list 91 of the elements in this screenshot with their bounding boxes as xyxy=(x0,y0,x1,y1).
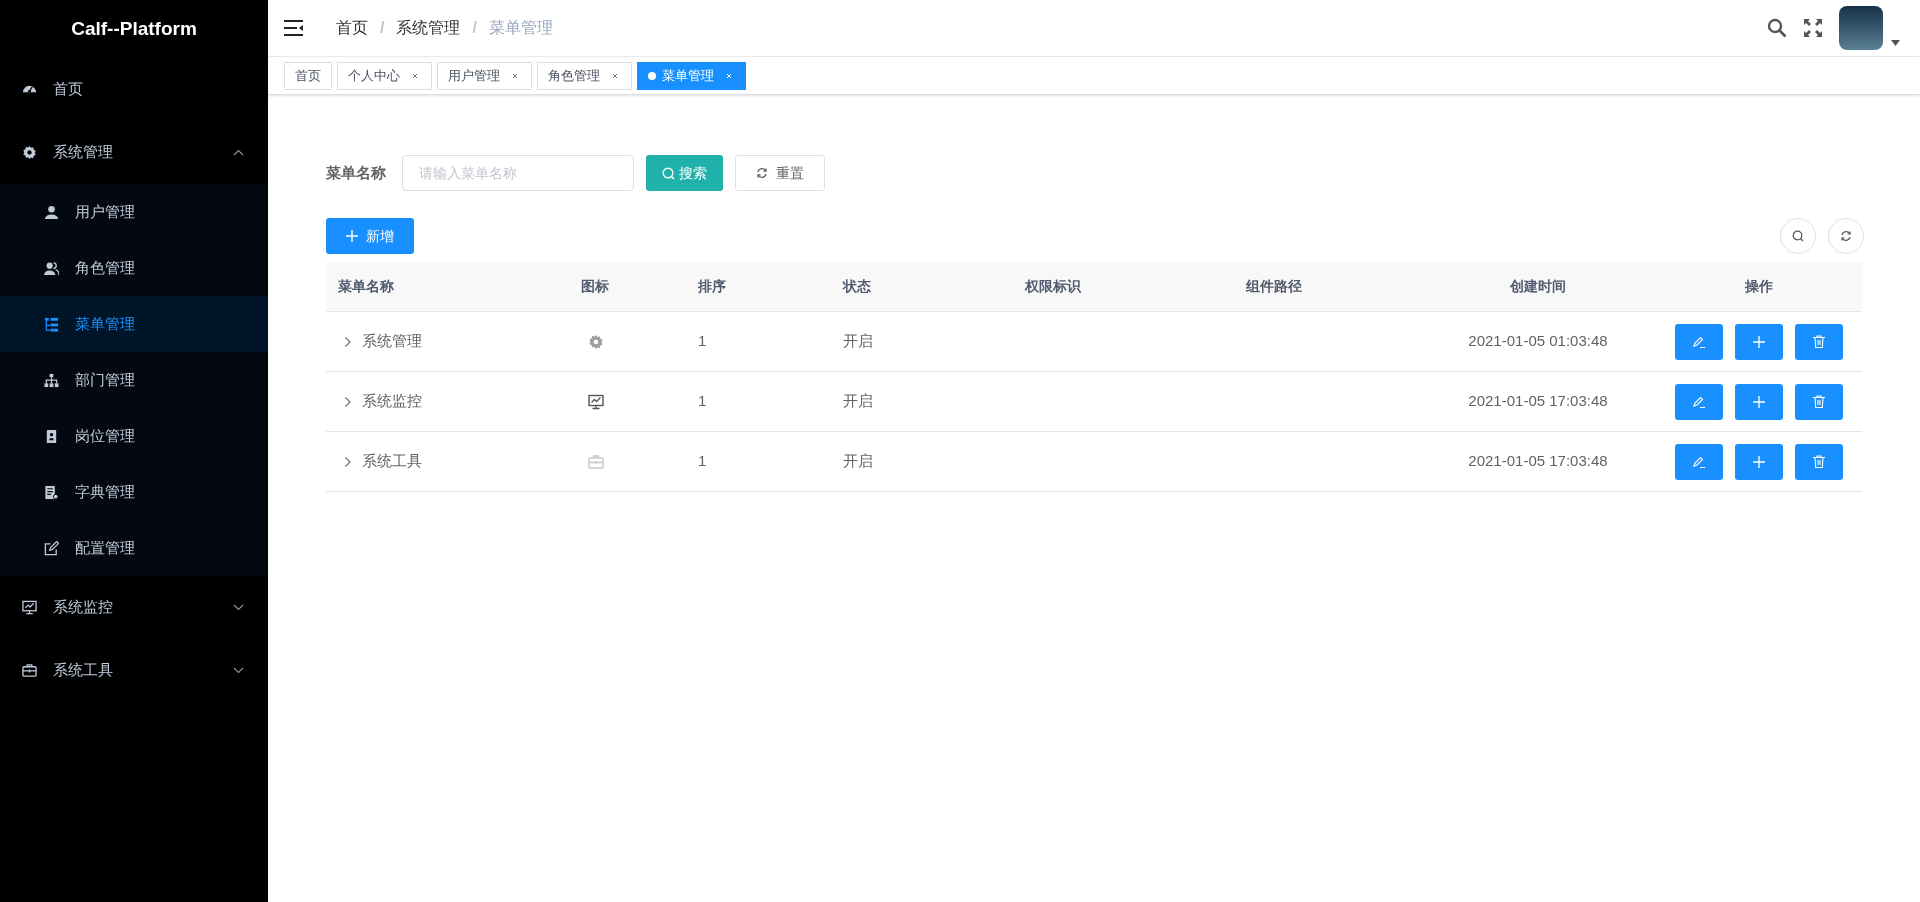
org-chart-icon xyxy=(44,372,59,388)
sidebar-item[interactable]: 首页 xyxy=(0,58,268,121)
breadcrumb-current: 菜单管理 xyxy=(488,18,553,38)
table-cell-text: 系统管理 xyxy=(362,331,422,352)
plus-icon xyxy=(1753,395,1765,408)
search-icon[interactable] xyxy=(1767,18,1787,38)
plus-icon xyxy=(1753,335,1765,348)
breadcrumb-link[interactable]: 首页 xyxy=(336,16,368,40)
tab[interactable]: 个人中心 xyxy=(337,61,432,90)
gear-icon xyxy=(588,333,604,350)
toolbox-icon xyxy=(588,453,604,470)
submenu-item[interactable]: 配置管理 xyxy=(0,520,268,576)
column-header: 组件路径 xyxy=(1246,277,1302,296)
sidebar-item[interactable]: 系统管理 xyxy=(0,121,268,184)
refresh-icon xyxy=(756,167,768,179)
refresh-icon xyxy=(1840,230,1852,242)
pencil-icon xyxy=(1692,334,1706,349)
pencil-icon xyxy=(1692,394,1706,409)
toolbox-icon xyxy=(22,663,37,678)
plus-icon xyxy=(1753,455,1765,468)
tab[interactable]: 首页 xyxy=(284,61,332,90)
delete-button[interactable] xyxy=(1795,323,1843,360)
app-title: Calf--Platform xyxy=(70,16,198,41)
edit-icon xyxy=(44,540,59,556)
trash-icon xyxy=(1813,335,1825,348)
tab[interactable]: 角色管理 xyxy=(537,61,632,90)
column-header: 权限标识 xyxy=(1025,277,1081,296)
submenu-item[interactable]: 字典管理 xyxy=(0,464,268,520)
chevron-down-icon xyxy=(233,667,244,674)
column-header: 创建时间 xyxy=(1510,277,1566,296)
chevron-up-icon xyxy=(233,149,244,156)
sidebar-item[interactable]: 系统工具 xyxy=(0,639,268,702)
gear-icon xyxy=(22,145,37,160)
chevron-down-icon xyxy=(233,604,244,611)
trash-icon xyxy=(1813,395,1825,408)
tree-list-icon xyxy=(44,316,59,332)
expand-chevron-icon[interactable] xyxy=(344,335,352,348)
table-cell-text: 开启 xyxy=(843,331,873,352)
submenu-item[interactable]: 角色管理 xyxy=(0,240,268,296)
table-cell-text: 2021-01-05 17:03:48 xyxy=(1468,451,1608,472)
table-cell-text: 开启 xyxy=(843,451,873,472)
add-child-button[interactable] xyxy=(1735,383,1783,420)
monitor-chart-icon xyxy=(588,393,604,410)
tab[interactable]: 用户管理 xyxy=(437,61,532,90)
table-cell-text: 1 xyxy=(698,391,707,412)
table-cell-text: 开启 xyxy=(843,391,873,412)
column-header: 图标 xyxy=(581,277,609,296)
breadcrumb-separator: / xyxy=(380,18,385,38)
column-header: 排序 xyxy=(698,277,726,296)
reset-button[interactable]: 重置 xyxy=(735,155,825,191)
submenu-item[interactable]: 菜单管理 xyxy=(0,296,268,352)
menu-name-input[interactable]: 请输入菜单名称 xyxy=(402,155,634,191)
users-icon xyxy=(44,260,59,276)
table-cell-text: 2021-01-05 01:03:48 xyxy=(1468,331,1608,352)
table-cell-text: 1 xyxy=(698,451,707,472)
edit-button[interactable] xyxy=(1675,323,1723,360)
table-cell-text: 1 xyxy=(698,331,707,352)
avatar-photo-placeholder[interactable] xyxy=(1839,6,1883,50)
breadcrumb-link[interactable]: 系统管理 xyxy=(396,16,461,40)
submenu-item[interactable]: 用户管理 xyxy=(0,184,268,240)
user-icon xyxy=(44,204,59,220)
delete-button[interactable] xyxy=(1795,443,1843,480)
edit-button[interactable] xyxy=(1675,383,1723,420)
edit-button[interactable] xyxy=(1675,443,1723,480)
monitor-chart-icon xyxy=(22,600,37,615)
search-label: 菜单名称 xyxy=(326,162,386,183)
id-card-icon xyxy=(44,428,59,444)
document-gear-icon xyxy=(44,484,59,500)
trash-icon xyxy=(1813,455,1825,468)
menu-toggle-icon[interactable] xyxy=(284,20,304,36)
add-child-button[interactable] xyxy=(1735,443,1783,480)
submenu-item[interactable]: 岗位管理 xyxy=(0,408,268,464)
table-cell-text: 2021-01-05 17:03:48 xyxy=(1468,391,1608,412)
sidebar-item[interactable]: 系统监控 xyxy=(0,576,268,639)
table-cell-text: 系统监控 xyxy=(362,391,422,412)
expand-chevron-icon[interactable] xyxy=(344,455,352,468)
search-icon xyxy=(1792,230,1804,242)
submenu-item[interactable]: 部门管理 xyxy=(0,352,268,408)
delete-button[interactable] xyxy=(1795,383,1843,420)
plus-icon xyxy=(346,230,358,242)
fullscreen-icon[interactable] xyxy=(1803,18,1823,38)
column-header: 状态 xyxy=(843,277,871,296)
column-header: 操作 xyxy=(1745,277,1773,296)
pencil-icon xyxy=(1692,454,1706,469)
column-header: 菜单名称 xyxy=(338,277,394,296)
search-icon xyxy=(662,166,675,180)
add-child-button[interactable] xyxy=(1735,323,1783,360)
expand-chevron-icon[interactable] xyxy=(344,395,352,408)
caret-down-icon[interactable] xyxy=(1891,40,1900,46)
table-cell-text: 系统工具 xyxy=(362,451,422,472)
breadcrumb-separator: / xyxy=(472,18,477,38)
